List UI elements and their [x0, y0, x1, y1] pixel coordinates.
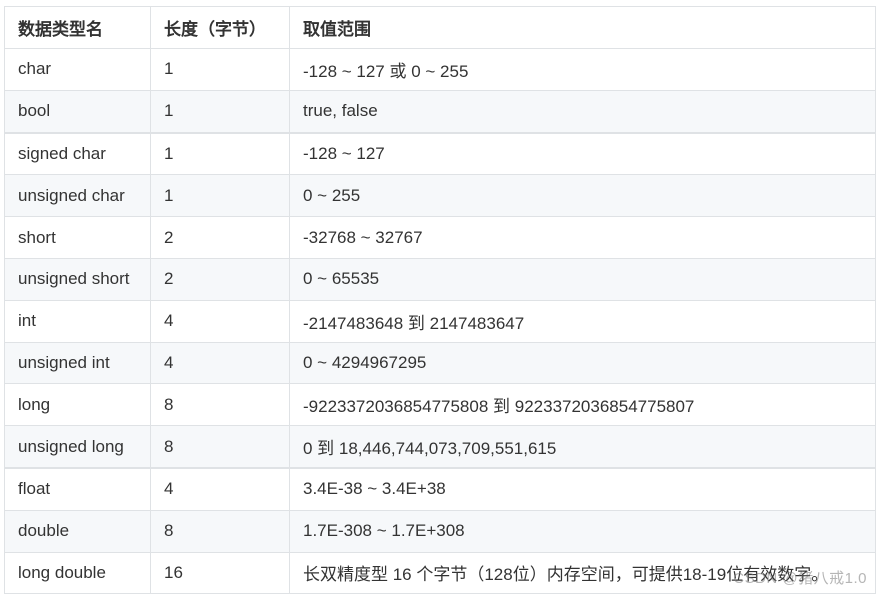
cell-size: 1 — [150, 89, 290, 134]
table-row: int 4 -2147483648 到 2147483647 — [4, 299, 876, 343]
cell-type: unsigned char — [4, 174, 151, 218]
cell-type: double — [4, 509, 151, 553]
table-header-row: 数据类型名 长度（字节） 取值范围 — [4, 6, 876, 49]
table-row: double 8 1.7E-308 ~ 1.7E+308 — [4, 509, 876, 553]
cell-size: 2 — [150, 216, 290, 259]
cell-size: 1 — [150, 174, 290, 218]
cell-size: 8 — [150, 425, 290, 469]
cell-size: 1 — [150, 48, 290, 91]
table-row: long 8 -9223372036854775808 到 9223372036… — [4, 383, 876, 427]
cell-type: unsigned int — [4, 341, 151, 385]
cell-range: 3.4E-38 ~ 3.4E+38 — [289, 466, 876, 511]
cell-range: -9223372036854775808 到 92233720368547758… — [289, 383, 876, 427]
cell-range: 0 ~ 65535 — [289, 257, 876, 301]
cell-size: 2 — [150, 257, 290, 301]
cell-range: 长双精度型 16 个字节（128位）内存空间，可提供18-19位有效数字。 — [289, 551, 876, 595]
cell-type: long — [4, 383, 151, 427]
cell-range: 1.7E-308 ~ 1.7E+308 — [289, 509, 876, 553]
table-row: unsigned int 4 0 ~ 4294967295 — [4, 341, 876, 385]
table-row: short 2 -32768 ~ 32767 — [4, 216, 876, 259]
cell-size: 8 — [150, 509, 290, 553]
cell-size: 16 — [150, 551, 290, 595]
table-row: char 1 -128 ~ 127 或 0 ~ 255 — [4, 48, 876, 91]
table-row: unsigned short 2 0 ~ 65535 — [4, 257, 876, 301]
table-row: long double 16 长双精度型 16 个字节（128位）内存空间，可提… — [4, 551, 876, 595]
cell-range: -128 ~ 127 — [289, 131, 876, 176]
cell-size: 4 — [150, 466, 290, 511]
cell-range: -2147483648 到 2147483647 — [289, 299, 876, 343]
cell-type: float — [4, 466, 151, 511]
cell-size: 4 — [150, 299, 290, 343]
cell-type: int — [4, 299, 151, 343]
cell-type: unsigned short — [4, 257, 151, 301]
header-type-name: 数据类型名 — [4, 6, 151, 49]
header-value-range: 取值范围 — [289, 6, 876, 49]
data-types-table: 数据类型名 长度（字节） 取值范围 char 1 -128 ~ 127 或 0 … — [4, 6, 876, 595]
header-size-bytes: 长度（字节） — [150, 6, 290, 49]
cell-range: -128 ~ 127 或 0 ~ 255 — [289, 48, 876, 91]
cell-range: 0 到 18,446,744,073,709,551,615 — [289, 425, 876, 469]
table-row: unsigned long 8 0 到 18,446,744,073,709,5… — [4, 425, 876, 469]
cell-type: bool — [4, 89, 151, 134]
cell-range: 0 ~ 255 — [289, 174, 876, 218]
cell-type: long double — [4, 551, 151, 595]
cell-size: 1 — [150, 131, 290, 176]
cell-size: 8 — [150, 383, 290, 427]
table-row: bool 1 true, false — [4, 89, 876, 134]
table-row: float 4 3.4E-38 ~ 3.4E+38 — [4, 466, 876, 511]
cell-type: unsigned long — [4, 425, 151, 469]
cell-size: 4 — [150, 341, 290, 385]
cell-type: signed char — [4, 131, 151, 176]
cell-range: -32768 ~ 32767 — [289, 216, 876, 259]
cell-type: char — [4, 48, 151, 91]
table-row: unsigned char 1 0 ~ 255 — [4, 174, 876, 218]
cell-range: 0 ~ 4294967295 — [289, 341, 876, 385]
cell-range: true, false — [289, 89, 876, 134]
cell-type: short — [4, 216, 151, 259]
table-row: signed char 1 -128 ~ 127 — [4, 131, 876, 176]
